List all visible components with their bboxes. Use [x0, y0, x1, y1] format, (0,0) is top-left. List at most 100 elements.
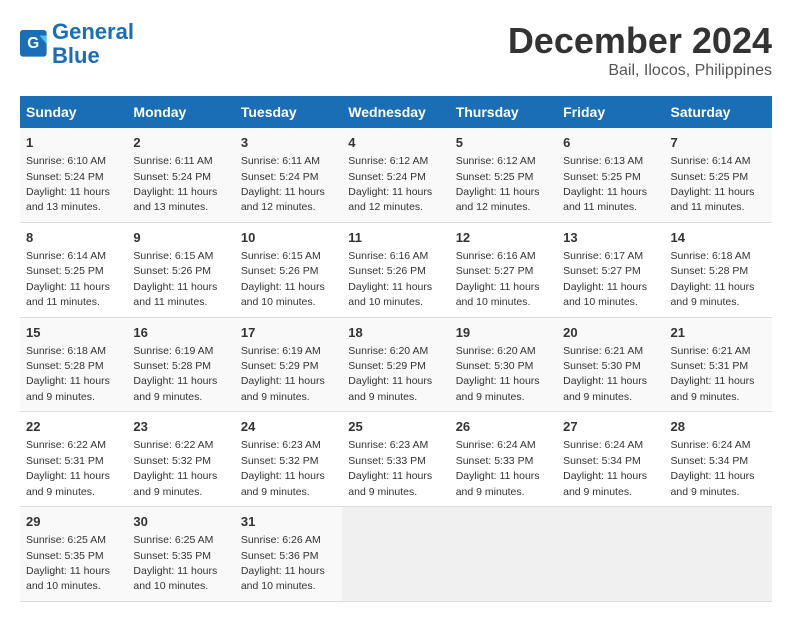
cell-sunset: Sunset: 5:28 PM [671, 265, 749, 277]
header-sunday: Sunday [20, 96, 127, 128]
cell-daylight: Daylight: 11 hours and 12 minutes. [456, 186, 540, 213]
table-row [450, 507, 557, 602]
cell-sunset: Sunset: 5:35 PM [133, 550, 211, 562]
day-number: 27 [563, 418, 658, 436]
cell-sunrise: Sunrise: 6:12 AM [348, 155, 428, 167]
day-number: 3 [241, 134, 336, 152]
cell-daylight: Daylight: 11 hours and 9 minutes. [456, 375, 540, 402]
day-number: 13 [563, 229, 658, 247]
cell-sunrise: Sunrise: 6:22 AM [133, 439, 213, 451]
cell-sunset: Sunset: 5:25 PM [26, 265, 104, 277]
cell-sunset: Sunset: 5:28 PM [26, 360, 104, 372]
cell-daylight: Daylight: 11 hours and 13 minutes. [133, 186, 217, 213]
cell-sunset: Sunset: 5:34 PM [563, 455, 641, 467]
table-row: 12Sunrise: 6:16 AMSunset: 5:27 PMDayligh… [450, 222, 557, 317]
table-row: 16Sunrise: 6:19 AMSunset: 5:28 PMDayligh… [127, 317, 234, 412]
day-number: 16 [133, 324, 228, 342]
cell-sunset: Sunset: 5:36 PM [241, 550, 319, 562]
cell-sunrise: Sunrise: 6:14 AM [26, 250, 106, 262]
header-saturday: Saturday [665, 96, 772, 128]
cell-sunrise: Sunrise: 6:23 AM [241, 439, 321, 451]
table-row: 21Sunrise: 6:21 AMSunset: 5:31 PMDayligh… [665, 317, 772, 412]
cell-sunset: Sunset: 5:31 PM [671, 360, 749, 372]
cell-sunset: Sunset: 5:32 PM [241, 455, 319, 467]
month-title: December 2024 [508, 20, 772, 62]
cell-sunset: Sunset: 5:24 PM [133, 171, 211, 183]
cell-daylight: Daylight: 11 hours and 9 minutes. [241, 470, 325, 497]
cell-sunset: Sunset: 5:29 PM [241, 360, 319, 372]
day-number: 24 [241, 418, 336, 436]
table-row [665, 507, 772, 602]
table-row: 19Sunrise: 6:20 AMSunset: 5:30 PMDayligh… [450, 317, 557, 412]
table-row: 13Sunrise: 6:17 AMSunset: 5:27 PMDayligh… [557, 222, 664, 317]
table-row: 24 Sunrise: 6:23 AM Sunset: 5:32 PM Dayligh… [235, 412, 342, 507]
day-number: 1 [26, 134, 121, 152]
table-row: 2 Sunrise: 6:11 AM Sunset: 5:24 PM Daylight… [127, 128, 234, 222]
table-row: 18Sunrise: 6:20 AMSunset: 5:29 PMDayligh… [342, 317, 449, 412]
cell-sunrise: Sunrise: 6:24 AM [671, 439, 751, 451]
day-number: 9 [133, 229, 228, 247]
day-number: 8 [26, 229, 121, 247]
cell-daylight: Daylight: 11 hours and 12 minutes. [241, 186, 325, 213]
table-row: 28Sunrise: 6:24 AMSunset: 5:34 PMDayligh… [665, 412, 772, 507]
cell-sunrise: Sunrise: 6:24 AM [456, 439, 536, 451]
table-row: 7Sunrise: 6:14 AMSunset: 5:25 PMDaylight… [665, 128, 772, 222]
header-friday: Friday [557, 96, 664, 128]
day-number: 2 [133, 134, 228, 152]
cell-sunrise: Sunrise: 6:26 AM [241, 534, 321, 546]
cell-sunrise: Sunrise: 6:18 AM [26, 345, 106, 357]
cell-daylight: Daylight: 11 hours and 10 minutes. [456, 281, 540, 308]
day-number: 29 [26, 513, 121, 531]
calendar-week-row: 1 Sunrise: 6:10 AM Sunset: 5:24 PM Daylight… [20, 128, 772, 222]
cell-daylight: Daylight: 11 hours and 9 minutes. [26, 470, 110, 497]
page-header: G General Blue December 2024 Bail, Iloco… [20, 20, 772, 80]
table-row: 25Sunrise: 6:23 AMSunset: 5:33 PMDayligh… [342, 412, 449, 507]
cell-daylight: Daylight: 11 hours and 10 minutes. [26, 565, 110, 592]
cell-sunset: Sunset: 5:26 PM [241, 265, 319, 277]
cell-sunrise: Sunrise: 6:15 AM [241, 250, 321, 262]
cell-sunset: Sunset: 5:25 PM [671, 171, 749, 183]
day-number: 11 [348, 229, 443, 247]
day-number: 25 [348, 418, 443, 436]
cell-daylight: Daylight: 11 hours and 11 minutes. [563, 186, 647, 213]
cell-daylight: Daylight: 11 hours and 11 minutes. [26, 281, 110, 308]
table-row: 30Sunrise: 6:25 AMSunset: 5:35 PMDayligh… [127, 507, 234, 602]
cell-sunrise: Sunrise: 6:11 AM [133, 155, 212, 167]
cell-daylight: Daylight: 11 hours and 9 minutes. [348, 470, 432, 497]
header-wednesday: Wednesday [342, 96, 449, 128]
cell-sunrise: Sunrise: 6:10 AM [26, 155, 106, 167]
calendar-week-row: 8 Sunrise: 6:14 AM Sunset: 5:25 PM Daylight… [20, 222, 772, 317]
day-number: 10 [241, 229, 336, 247]
cell-sunset: Sunset: 5:31 PM [26, 455, 104, 467]
cell-sunset: Sunset: 5:29 PM [348, 360, 426, 372]
day-number: 5 [456, 134, 551, 152]
cell-daylight: Daylight: 11 hours and 9 minutes. [133, 470, 217, 497]
cell-sunset: Sunset: 5:32 PM [133, 455, 211, 467]
cell-sunrise: Sunrise: 6:11 AM [241, 155, 320, 167]
cell-sunrise: Sunrise: 6:20 AM [348, 345, 428, 357]
cell-sunrise: Sunrise: 6:25 AM [26, 534, 106, 546]
cell-daylight: Daylight: 11 hours and 13 minutes. [26, 186, 110, 213]
day-number: 19 [456, 324, 551, 342]
logo-general: General [52, 19, 134, 44]
cell-sunrise: Sunrise: 6:15 AM [133, 250, 213, 262]
calendar-table: Sunday Monday Tuesday Wednesday Thursday… [20, 96, 772, 602]
day-number: 12 [456, 229, 551, 247]
day-number: 18 [348, 324, 443, 342]
cell-sunset: Sunset: 5:25 PM [563, 171, 641, 183]
cell-daylight: Daylight: 11 hours and 9 minutes. [241, 375, 325, 402]
cell-sunset: Sunset: 5:27 PM [563, 265, 641, 277]
calendar-header-row: Sunday Monday Tuesday Wednesday Thursday… [20, 96, 772, 128]
cell-daylight: Daylight: 11 hours and 9 minutes. [671, 281, 755, 308]
cell-sunrise: Sunrise: 6:18 AM [671, 250, 751, 262]
cell-daylight: Daylight: 11 hours and 9 minutes. [563, 375, 647, 402]
day-number: 30 [133, 513, 228, 531]
cell-sunset: Sunset: 5:26 PM [133, 265, 211, 277]
table-row [557, 507, 664, 602]
cell-daylight: Daylight: 11 hours and 9 minutes. [26, 375, 110, 402]
cell-daylight: Daylight: 11 hours and 9 minutes. [456, 470, 540, 497]
cell-daylight: Daylight: 11 hours and 10 minutes. [348, 281, 432, 308]
cell-daylight: Daylight: 11 hours and 9 minutes. [671, 375, 755, 402]
day-number: 14 [671, 229, 766, 247]
table-row: 20Sunrise: 6:21 AMSunset: 5:30 PMDayligh… [557, 317, 664, 412]
